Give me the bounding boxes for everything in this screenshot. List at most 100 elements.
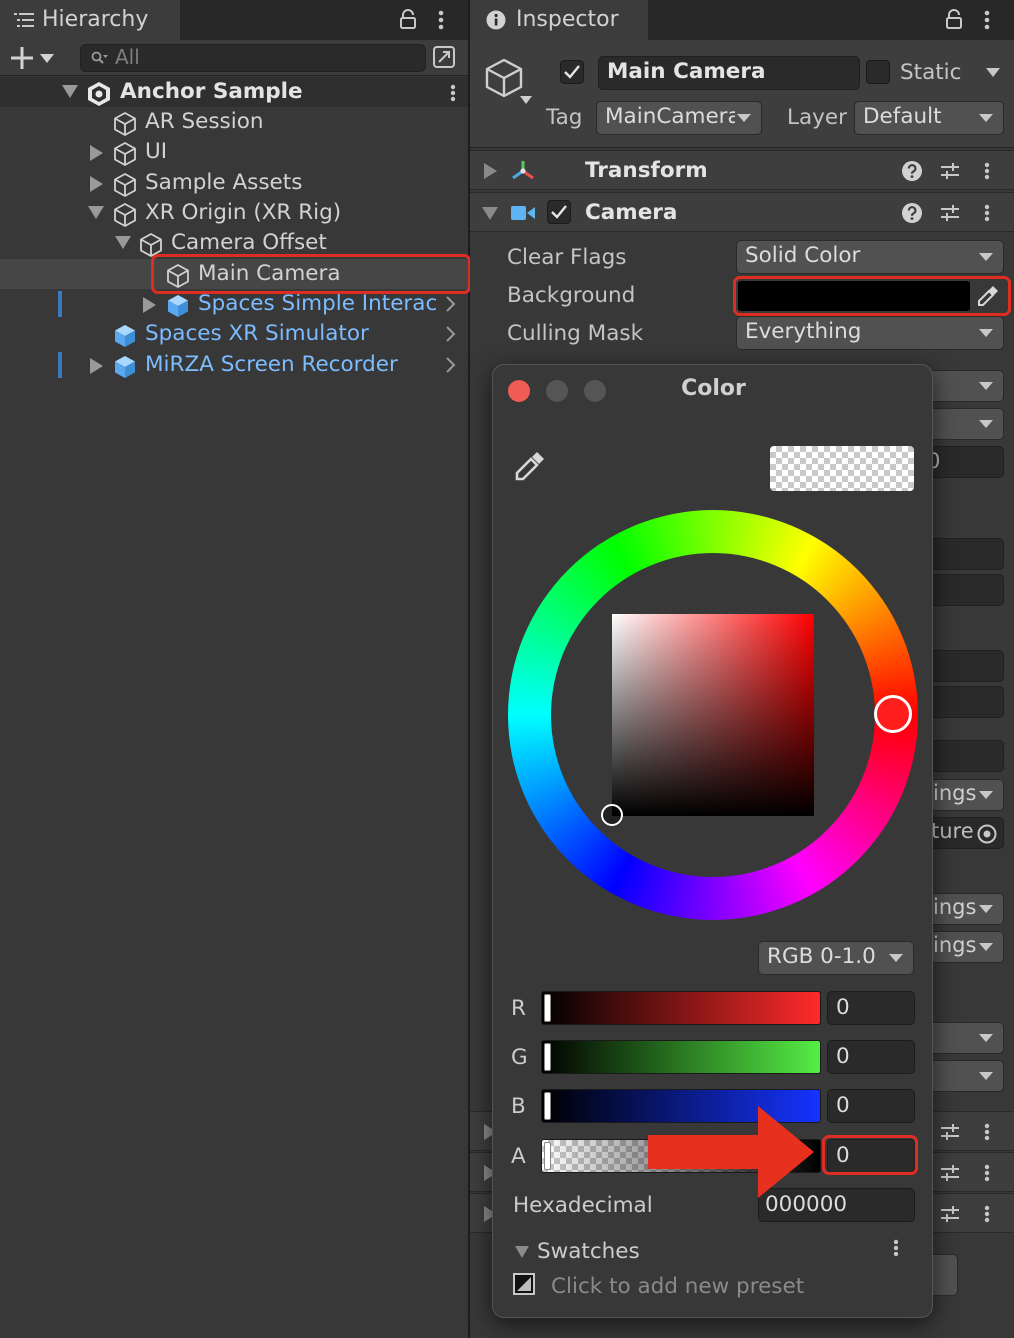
active-checkbox[interactable] <box>560 60 584 84</box>
more-options-icon[interactable] <box>438 10 444 30</box>
tab-hierarchy[interactable]: Hierarchy <box>0 0 180 40</box>
expanded-arrow-icon[interactable] <box>515 1246 529 1258</box>
scene-more-options-icon[interactable] <box>450 84 456 102</box>
scene-visibility-icon[interactable] <box>432 45 456 69</box>
info-icon <box>486 10 506 30</box>
collapsed-arrow-icon[interactable] <box>143 297 156 313</box>
slider-handle[interactable] <box>544 1092 551 1120</box>
help-icon[interactable] <box>902 161 922 181</box>
add-dropdown-chevron-icon[interactable] <box>40 54 54 63</box>
tag-dropdown[interactable]: MainCamera <box>596 101 762 135</box>
culling-mask-dropdown[interactable]: Everything <box>736 316 1004 350</box>
expanded-arrow-icon[interactable] <box>115 236 131 250</box>
camera-component-header[interactable]: Camera <box>470 192 1014 232</box>
background-label: Background <box>507 283 636 308</box>
green-value-input[interactable]: 0 <box>827 1040 915 1074</box>
chevron-right-icon[interactable] <box>446 326 456 342</box>
add-preset-hint[interactable]: Click to add new preset <box>551 1274 804 1299</box>
eyedropper-icon[interactable] <box>513 449 547 483</box>
slider-handle[interactable] <box>544 1043 551 1071</box>
object-name-input[interactable]: Main Camera <box>598 56 860 90</box>
help-icon[interactable] <box>902 203 922 223</box>
transform-title: Transform <box>585 158 708 183</box>
green-value: 0 <box>836 1044 850 1069</box>
chevron-down-icon <box>979 420 993 428</box>
chevron-right-icon[interactable] <box>446 357 456 373</box>
green-slider[interactable] <box>541 1040 821 1074</box>
more-options-icon[interactable] <box>984 1123 990 1141</box>
red-slider[interactable] <box>541 991 821 1025</box>
object-name-value: Main Camera <box>607 59 766 84</box>
search-placeholder: All <box>115 45 140 69</box>
override-indicator <box>58 352 62 378</box>
collapsed-arrow-icon[interactable] <box>90 145 103 161</box>
more-options-icon[interactable] <box>984 1164 990 1182</box>
red-value-input[interactable]: 0 <box>827 991 915 1025</box>
chevron-down-icon <box>979 1034 993 1042</box>
color-mode-dropdown[interactable]: RGB 0-1.0 <box>758 941 914 975</box>
list-item-label: Spaces XR Simulator <box>145 321 369 346</box>
slider-handle[interactable] <box>544 994 551 1022</box>
clear-flags-dropdown[interactable]: Solid Color <box>736 240 1004 274</box>
tag-value: MainCamera <box>605 104 735 129</box>
expanded-arrow-icon[interactable] <box>62 85 78 99</box>
icon-dropdown-chevron-icon[interactable] <box>520 96 532 104</box>
swatch-preset-icon[interactable] <box>513 1273 535 1295</box>
swatches-more-options-icon[interactable] <box>893 1239 899 1257</box>
tab-inspector[interactable]: Inspector <box>470 0 648 40</box>
preset-settings-icon[interactable] <box>940 1204 960 1224</box>
lock-icon[interactable] <box>400 9 416 29</box>
inspector-tab-label: Inspector <box>516 7 619 32</box>
lock-icon[interactable] <box>946 9 962 29</box>
camera-enabled-checkbox[interactable] <box>547 200 571 224</box>
add-icon[interactable] <box>10 46 34 70</box>
layer-dropdown[interactable]: Default <box>854 101 1004 135</box>
transform-component-header[interactable]: Transform <box>470 150 1014 190</box>
color-mode-value: RGB 0-1.0 <box>767 944 876 969</box>
layer-label: Layer <box>787 105 847 130</box>
list-item-spaces-xr-simulator[interactable]: Spaces XR Simulator <box>0 319 468 349</box>
more-options-icon[interactable] <box>984 1205 990 1223</box>
color-preview-swatch <box>770 446 914 491</box>
collapsed-arrow-icon[interactable] <box>484 163 497 179</box>
preset-settings-icon[interactable] <box>940 161 960 181</box>
scene-row[interactable]: Anchor Sample <box>0 77 468 107</box>
chevron-right-icon[interactable] <box>446 296 456 312</box>
list-item-mirza-screen-recorder[interactable]: MiRZA Screen Recorder <box>0 350 468 380</box>
expanded-arrow-icon[interactable] <box>482 207 498 221</box>
saturation-value-square[interactable] <box>612 614 814 816</box>
preset-settings-icon[interactable] <box>940 1163 960 1183</box>
transform-icon <box>510 159 536 183</box>
prefab-icon <box>112 323 138 349</box>
collapsed-arrow-icon[interactable] <box>90 358 103 374</box>
list-item-ar-session[interactable]: AR Session <box>0 107 468 137</box>
gameobject-large-icon[interactable] <box>484 58 524 98</box>
list-item-xr-origin[interactable]: XR Origin (XR Rig) <box>0 198 468 228</box>
culling-mask-value: Everything <box>745 319 862 344</box>
preset-settings-icon[interactable] <box>940 203 960 223</box>
blue-value-input[interactable]: 0 <box>827 1089 915 1123</box>
slider-handle[interactable] <box>544 1142 551 1170</box>
list-item-label: Camera Offset <box>171 230 327 255</box>
collapsed-arrow-icon[interactable] <box>90 176 103 192</box>
sv-handle[interactable] <box>601 804 623 826</box>
more-options-icon[interactable] <box>984 162 990 180</box>
gameobject-icon <box>112 172 138 198</box>
color-picker-title: Color <box>681 376 746 401</box>
list-item-sample-assets[interactable]: Sample Assets <box>0 168 468 198</box>
preset-settings-icon[interactable] <box>940 1122 960 1142</box>
hex-label: Hexadecimal <box>513 1193 653 1218</box>
static-checkbox[interactable] <box>866 60 890 84</box>
swatches-label[interactable]: Swatches <box>537 1239 640 1264</box>
tag-label: Tag <box>546 105 583 130</box>
object-picker-icon[interactable] <box>977 824 997 844</box>
expanded-arrow-icon[interactable] <box>88 206 104 220</box>
hierarchy-search[interactable]: All <box>80 44 426 72</box>
list-item-label: Spaces Simple Interac <box>198 291 438 316</box>
hue-handle[interactable] <box>874 695 912 733</box>
list-item-ui[interactable]: UI <box>0 137 468 167</box>
more-options-icon[interactable] <box>984 204 990 222</box>
more-options-icon[interactable] <box>984 10 990 30</box>
gameobject-icon <box>112 111 138 137</box>
static-dropdown-chevron-icon[interactable] <box>986 68 1000 77</box>
